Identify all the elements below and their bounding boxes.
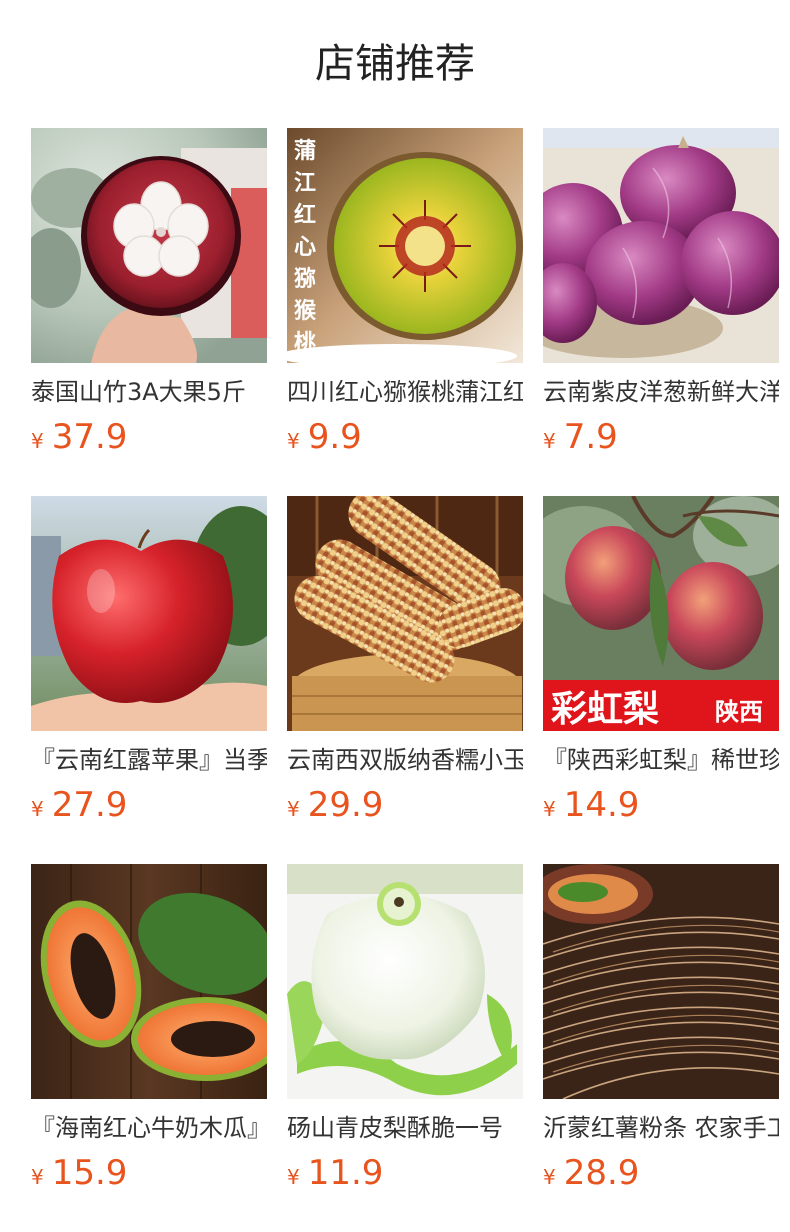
svg-text:桃: 桃	[294, 331, 316, 356]
papaya-image[interactable]	[31, 864, 267, 1099]
svg-text:猕: 猕	[294, 267, 316, 292]
onion-image[interactable]	[543, 128, 779, 363]
svg-text:蒲: 蒲	[294, 139, 316, 164]
product-card[interactable]: 『云南红露苹果』当季新鲜 ¥27.9	[31, 496, 267, 864]
price-value: 15.9	[51, 1153, 128, 1193]
currency-symbol: ¥	[31, 429, 44, 453]
product-price: ¥7.9	[543, 414, 618, 460]
price-value: 29.9	[307, 785, 384, 825]
currency-symbol: ¥	[543, 797, 556, 821]
noodles-image[interactable]	[543, 864, 779, 1099]
product-price: ¥37.9	[31, 414, 127, 460]
price-value: 9.9	[307, 417, 362, 457]
product-card[interactable]: 云南紫皮洋葱新鲜大洋葱 ¥7.9	[543, 128, 779, 496]
currency-symbol: ¥	[287, 1165, 300, 1189]
apple-image[interactable]	[31, 496, 267, 731]
price-value: 28.9	[563, 1153, 640, 1193]
product-name[interactable]: 四川红心猕猴桃蒲江红心猕猴桃	[287, 375, 523, 409]
product-card[interactable]: 『海南红心牛奶木瓜』 ¥15.9	[31, 864, 267, 1232]
mangosteen-image[interactable]	[31, 128, 267, 363]
product-price: ¥11.9	[287, 1150, 383, 1196]
product-price: ¥9.9	[287, 414, 362, 460]
svg-text:猴: 猴	[294, 299, 317, 324]
currency-symbol: ¥	[543, 429, 556, 453]
kiwi-image[interactable]: 蒲 江 红 心 猕 猴 桃	[287, 128, 523, 363]
product-card[interactable]: 云南西双版纳香糯小玉米 ¥29.9	[287, 496, 523, 864]
price-value: 7.9	[563, 417, 618, 457]
corn-image[interactable]	[287, 496, 523, 731]
product-card[interactable]: 泰国山竹3A大果5斤 ¥37.9	[31, 128, 267, 496]
currency-symbol: ¥	[31, 797, 44, 821]
currency-symbol: ¥	[287, 797, 300, 821]
page: 店铺推荐 泰国山竹3A大果5斤 ¥ 37.9 蒲 江 红 心 猕 猴 桃 四川红…	[0, 0, 790, 1232]
banner-sub: 陕西	[715, 698, 763, 726]
product-name[interactable]: 云南西双版纳香糯小玉米	[287, 743, 523, 777]
product-price: ¥27.9	[31, 782, 127, 828]
product-card[interactable]: 蒲 江 红 心 猕 猴 桃 四川红心猕猴桃蒲江红心猕猴桃 ¥9.9	[287, 128, 523, 496]
rainbow-pear-image[interactable]: 彩虹梨 陕西	[543, 496, 779, 731]
product-grid: 泰国山竹3A大果5斤 ¥37.9 蒲 江 红 心 猕 猴 桃 四川红心猕猴桃蒲江…	[31, 128, 779, 1232]
product-name[interactable]: 砀山青皮梨酥脆一号	[287, 1111, 523, 1145]
product-price: ¥29.9	[287, 782, 383, 828]
svg-text:红: 红	[294, 202, 316, 228]
svg-text:心: 心	[294, 235, 316, 260]
section-title: 店铺推荐	[315, 41, 475, 87]
product-price: ¥28.9	[543, 1150, 639, 1196]
product-price: ¥15.9	[31, 1150, 127, 1196]
currency-symbol: ¥	[287, 429, 300, 453]
product-card[interactable]: 砀山青皮梨酥脆一号 ¥11.9	[287, 864, 523, 1232]
price-value: 37.9	[51, 417, 128, 457]
price-value: 14.9	[563, 785, 640, 825]
price-value: 11.9	[307, 1153, 384, 1193]
product-name[interactable]: 沂蒙红薯粉条 农家手工	[543, 1111, 779, 1145]
price-value: 27.9	[51, 785, 128, 825]
product-name[interactable]: 『云南红露苹果』当季新鲜	[31, 743, 267, 777]
currency-symbol: ¥	[543, 1165, 556, 1189]
product-name[interactable]: 『陕西彩虹梨』稀世珍品	[543, 743, 779, 777]
pear-image[interactable]	[287, 864, 523, 1099]
product-card[interactable]: 沂蒙红薯粉条 农家手工 ¥28.9	[543, 864, 779, 1232]
svg-text:江: 江	[294, 171, 316, 196]
product-name[interactable]: 泰国山竹3A大果5斤	[31, 375, 267, 409]
product-name[interactable]: 云南紫皮洋葱新鲜大洋葱	[543, 375, 779, 409]
product-price: ¥14.9	[543, 782, 639, 828]
banner-title: 彩虹梨	[551, 689, 659, 730]
product-card[interactable]: 彩虹梨 陕西 『陕西彩虹梨』稀世珍品 ¥14.9	[543, 496, 779, 864]
currency-symbol: ¥	[31, 1165, 44, 1189]
product-name[interactable]: 『海南红心牛奶木瓜』	[31, 1111, 267, 1145]
